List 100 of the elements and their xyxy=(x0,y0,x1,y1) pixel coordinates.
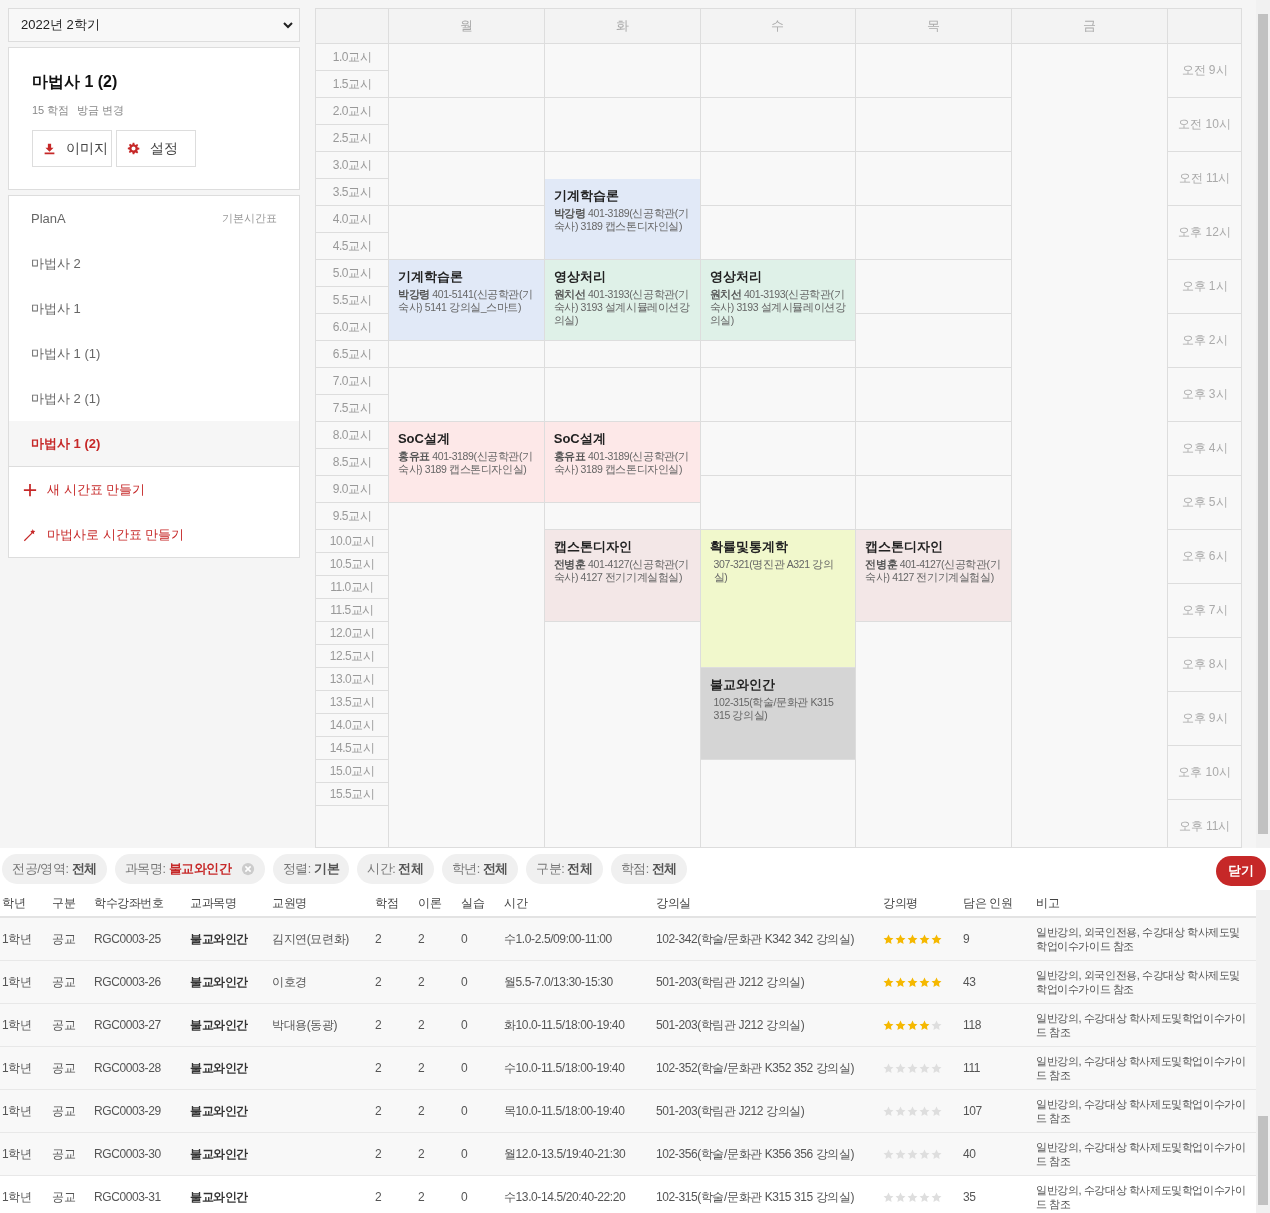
timetable-item[interactable]: 마법사 2 (1) xyxy=(9,376,299,421)
course-block[interactable]: 확률및통계학 307-321(명진관 A321 강의실) xyxy=(700,530,856,668)
image-button[interactable]: 이미지 xyxy=(32,130,112,167)
star-icon xyxy=(931,1192,942,1204)
course-info: 원치선 401-3193(신공학관(기숙사) 3193 설계시뮬레이션강의실) xyxy=(709,288,847,328)
new-timetable-link[interactable]: 새 시간표 만들기 xyxy=(9,467,299,512)
hour-label: 오후 5시 xyxy=(1168,476,1241,530)
course-block[interactable]: SoC설계 홍유표 401-3189(신공학관(기숙사) 3189 캡스톤디자인실) xyxy=(544,422,700,503)
period-label: 3.0교시 xyxy=(316,152,388,179)
table-cell: 501-203(학림관 J212 강의실) xyxy=(654,1089,881,1133)
settings-button[interactable]: 설정 xyxy=(116,130,196,167)
hour-label: 오전 9시 xyxy=(1168,44,1241,98)
timetable-item[interactable]: 마법사 1 xyxy=(9,286,299,331)
filter-chip[interactable]: 학년: 전체 xyxy=(441,854,519,884)
course-block[interactable]: 기계학습론 박강령 401-3189(신공학관(기숙사) 3189 캡스톤디자인실) xyxy=(544,179,700,260)
table-cell: 일반강의, 수강대상 학사제도및학업이수가이드 참조 xyxy=(1034,1003,1256,1047)
period-label: 15.0교시 xyxy=(316,760,388,783)
course-title: 기계학습론 xyxy=(397,268,464,286)
hour-label: 오후 9시 xyxy=(1168,692,1241,746)
filter-chip[interactable]: 학점: 전체 xyxy=(610,854,688,884)
table-cell: 공교 xyxy=(50,1003,92,1047)
day-header: 금 xyxy=(1012,9,1169,43)
table-cell: 공교 xyxy=(50,1046,92,1090)
hour-label: 오전 10시 xyxy=(1168,98,1241,152)
star-icon xyxy=(907,977,918,989)
table-cell: 2 xyxy=(416,960,459,1004)
filter-chip[interactable]: 전공/영역: 전체 xyxy=(2,854,107,884)
filter-chip[interactable]: 과목명: 불교와인간 xyxy=(114,854,265,884)
star-icon xyxy=(931,977,942,989)
period-label: 10.0교시 xyxy=(316,530,388,553)
course-info: 307-321(명진관 A321 강의실) xyxy=(712,558,835,585)
course-info: 원치선 401-3193(신공학관(기숙사) 3193 설계시뮬레이션강의실) xyxy=(553,288,691,328)
close-button[interactable]: 닫기 xyxy=(1216,856,1266,886)
table-cell: 9 xyxy=(961,917,1034,961)
table-cell: RGC0003-25 xyxy=(92,917,188,961)
day-header: 월 xyxy=(388,9,545,43)
day-header: 목 xyxy=(856,9,1013,43)
table-cell: RGC0003-29 xyxy=(92,1089,188,1133)
course-block[interactable]: 영상처리 원치선 401-3193(신공학관(기숙사) 3193 설계시뮬레이션강의실) xyxy=(700,260,856,341)
period-label: 3.5교시 xyxy=(316,179,388,206)
period-label: 5.5교시 xyxy=(316,287,388,314)
hour-label: 오후 2시 xyxy=(1168,314,1241,368)
table-cell: 0 xyxy=(459,1132,502,1176)
table-cell: 107 xyxy=(961,1089,1034,1133)
star-icon xyxy=(907,1149,918,1161)
scrollbar[interactable] xyxy=(1256,890,1270,1213)
filter-chip[interactable]: 시간: 전체 xyxy=(357,854,434,884)
star-icon xyxy=(895,934,906,946)
star-icon xyxy=(931,934,942,946)
wizard-link[interactable]: 마법사로 시간표 만들기 xyxy=(9,512,299,557)
course-title: 캡스톤디자인 xyxy=(865,538,945,556)
course-block[interactable]: 캡스톤디자인 전병훈 401-4127(신공학관(기숙사) 4127 전기기계실험실) xyxy=(856,530,1012,622)
star-icon xyxy=(883,934,894,946)
table-cell: 불교와인간 xyxy=(188,1003,270,1047)
star-icon xyxy=(895,1192,906,1204)
default-label: 기본시간표 xyxy=(222,211,277,226)
course-title: 영상처리 xyxy=(709,268,763,286)
table-cell: 501-203(학림관 J212 강의실) xyxy=(654,960,881,1004)
table-cell: 일반강의, 수강대상 학사제도및학업이수가이드 참조 xyxy=(1034,1175,1256,1213)
course-info: 전병훈 401-4127(신공학관(기숙사) 4127 전기기계실험실) xyxy=(553,558,690,585)
star-icon xyxy=(883,1020,894,1032)
course-block[interactable]: 캡스톤디자인 전병훈 401-4127(신공학관(기숙사) 4127 전기기계실험실) xyxy=(544,530,700,622)
table-cell: 2 xyxy=(416,1046,459,1090)
period-label: 9.0교시 xyxy=(316,476,388,503)
timetable-item[interactable]: 마법사 2 xyxy=(9,241,299,286)
table-cell: 일반강의, 수강대상 학사제도및학업이수가이드 참조 xyxy=(1034,1132,1256,1176)
course-title: SoC설계 xyxy=(553,430,607,448)
filter-chip[interactable]: 구분: 전체 xyxy=(526,854,603,884)
table-cell: 공교 xyxy=(50,960,92,1004)
scrollbar[interactable] xyxy=(1256,0,1270,848)
wand-icon xyxy=(23,527,37,542)
table-cell: 불교와인간 xyxy=(188,960,270,1004)
table-cell: 월5.5-7.0/13:30-15:30 xyxy=(502,960,654,1004)
table-cell: 118 xyxy=(961,1003,1034,1047)
table-cell: 1학년 xyxy=(0,1003,50,1047)
table-cell: 월12.0-13.5/19:40-21:30 xyxy=(502,1132,654,1176)
timetable-item[interactable]: PlanA 기본시간표 xyxy=(9,196,299,241)
table-cell: 화10.0-11.5/18:00-19:40 xyxy=(502,1003,654,1047)
star-icon xyxy=(883,977,894,989)
table-cell: 일반강의, 수강대상 학사제도및학업이수가이드 참조 xyxy=(1034,1089,1256,1133)
course-block[interactable]: SoC설계 홍유표 401-3189(신공학관(기숙사) 3189 캡스톤디자인실) xyxy=(388,422,544,503)
course-block[interactable]: 기계학습론 박강령 401-5141(신공학관(기숙사) 5141 강의실_스마트) xyxy=(388,260,544,341)
star-icon xyxy=(919,1106,930,1118)
semester-select[interactable]: 2022년 2학기 xyxy=(8,8,300,42)
period-label: 2.0교시 xyxy=(316,98,388,125)
course-block[interactable]: 영상처리 원치선 401-3193(신공학관(기숙사) 3193 설계시뮬레이션강의실) xyxy=(544,260,700,341)
table-cell: 2 xyxy=(373,1046,416,1090)
star-icon xyxy=(895,1149,906,1161)
timetable-item[interactable]: 마법사 1 (2) xyxy=(9,421,299,466)
period-label: 15.5교시 xyxy=(316,783,388,806)
hour-label: 오전 11시 xyxy=(1168,152,1241,206)
star-icon xyxy=(919,1063,930,1075)
table-cell: 2 xyxy=(373,1132,416,1176)
course-block[interactable]: 불교와인간 102-315(학술/문화관 K315 315 강의실) xyxy=(700,668,856,760)
timetable-item[interactable]: 마법사 1 (1) xyxy=(9,331,299,376)
day-header: 수 xyxy=(700,9,857,43)
filter-chip[interactable]: 정렬: 기본 xyxy=(272,854,350,884)
table-cell: 불교와인간 xyxy=(188,1132,270,1176)
clear-icon[interactable] xyxy=(240,862,255,876)
hour-label: 오후 3시 xyxy=(1168,368,1241,422)
